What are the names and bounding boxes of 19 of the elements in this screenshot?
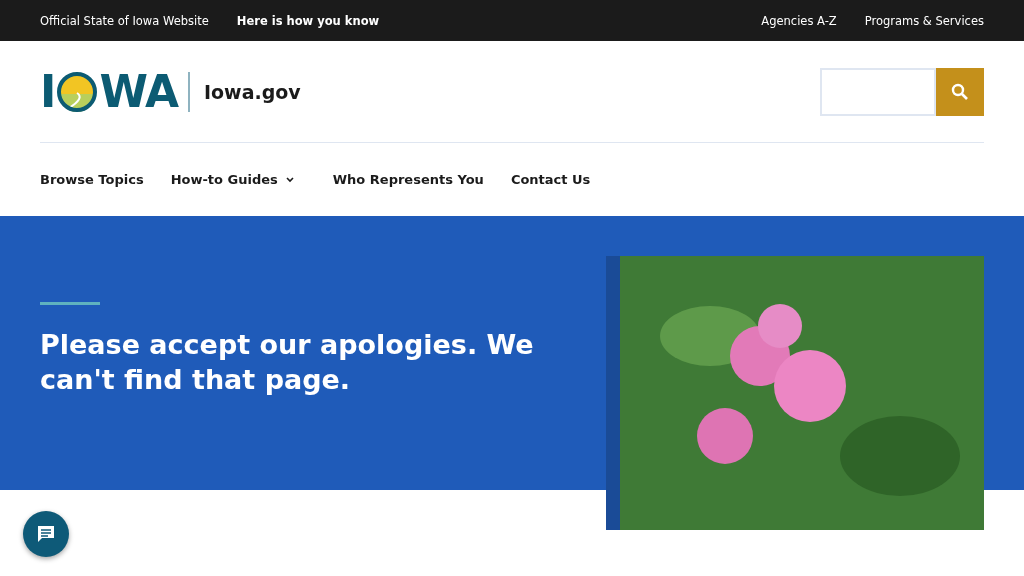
search-icon <box>951 82 969 101</box>
nav-link[interactable]: Contact Us <box>510 172 591 187</box>
search-field[interactable] <box>820 67 936 116</box>
chevron-down-icon <box>285 176 294 183</box>
nav-link[interactable]: How-to Guides <box>170 172 306 187</box>
top-link[interactable]: Programs & Services <box>864 13 984 28</box>
official-site-text: Official State of Iowa Website <box>40 13 209 28</box>
top-link[interactable]: Agencies A-Z <box>761 13 837 28</box>
nav-link[interactable]: Who Represents You <box>332 172 484 187</box>
site-name[interactable]: Iowa.gov <box>204 80 301 103</box>
chat-icon <box>36 524 56 544</box>
search-button[interactable] <box>936 67 984 116</box>
logo-text: I <box>40 69 56 114</box>
nav-link[interactable]: Browse Topics <box>40 172 144 187</box>
error-heading: Please accept our apologies. We can't find that page. <box>40 328 535 398</box>
logo-text: WA <box>99 69 178 114</box>
sun-logo-icon <box>57 71 98 112</box>
chat-button[interactable] <box>23 511 69 557</box>
how-you-know-link[interactable]: Here is how you know <box>236 13 380 28</box>
